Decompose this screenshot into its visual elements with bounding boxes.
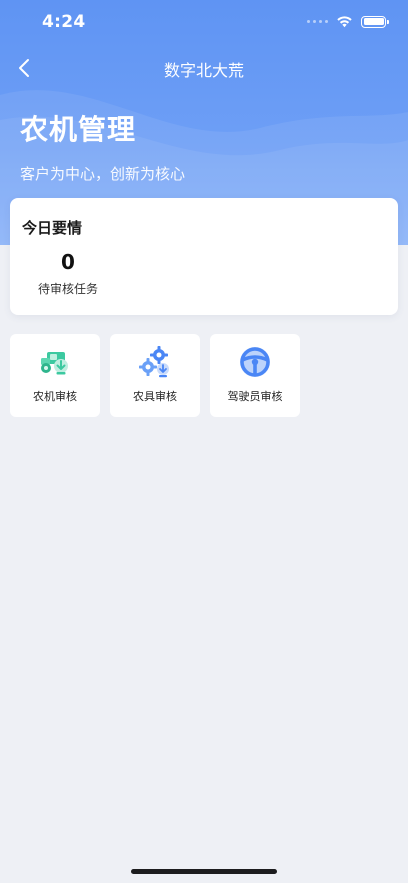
machinery-review-tile[interactable]: 农机审核 <box>10 334 100 417</box>
app-screen: 4:24 数字北大荒 农机管理 客户为中心，创新为核心 今日要情 0 待审核任务… <box>0 0 408 883</box>
pending-review-label: 待审核任务 <box>37 282 98 296</box>
pending-review-count: 0 <box>61 250 75 274</box>
battery-icon <box>361 15 389 28</box>
function-grid: 农机审核 农具审核 驾驶员审核 <box>10 334 300 417</box>
status-bar: 4:24 <box>0 0 408 46</box>
implement-review-label: 农具审核 <box>133 390 177 403</box>
signal-icon <box>307 20 328 23</box>
page-title: 农机管理 <box>20 113 137 146</box>
status-time: 4:24 <box>42 12 86 32</box>
implement-review-tile[interactable]: 农具审核 <box>110 334 200 417</box>
wifi-icon <box>337 16 352 28</box>
driver-review-tile[interactable]: 驾驶员审核 <box>210 334 300 417</box>
pending-review-stat[interactable]: 0 待审核任务 <box>24 250 112 297</box>
home-indicator[interactable] <box>131 869 277 874</box>
nav-bar: 数字北大荒 <box>0 46 408 90</box>
driver-review-label: 驾驶员审核 <box>227 390 283 403</box>
tractor-icon <box>37 344 73 380</box>
today-summary-card: 今日要情 0 待审核任务 <box>10 198 398 315</box>
page-subtitle: 客户为中心，创新为核心 <box>20 165 186 183</box>
nav-title: 数字北大荒 <box>163 61 244 80</box>
status-icons <box>307 15 389 28</box>
machinery-review-label: 农机审核 <box>33 390 77 403</box>
gears-icon <box>137 344 173 380</box>
today-card-title: 今日要情 <box>22 219 83 237</box>
steering-wheel-icon <box>237 344 273 380</box>
